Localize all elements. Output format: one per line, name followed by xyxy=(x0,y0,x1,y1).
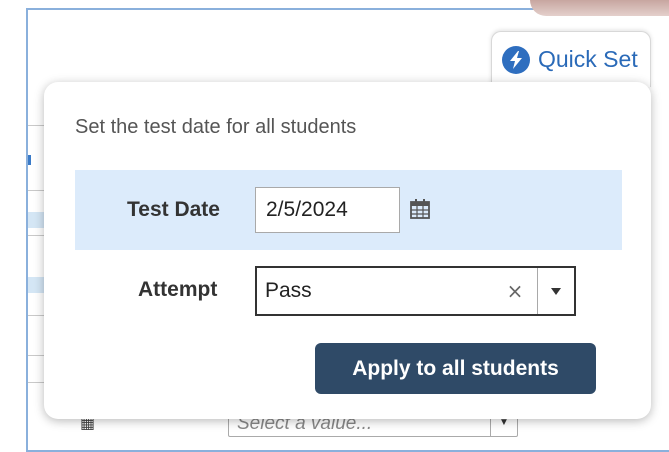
lightning-bolt-icon xyxy=(502,45,530,74)
grid-marker xyxy=(28,155,31,165)
calendar-icon[interactable] xyxy=(409,198,431,220)
background-decoration xyxy=(530,0,669,16)
chevron-down-icon[interactable] xyxy=(537,268,574,314)
attempt-value: Pass xyxy=(265,279,312,302)
attempt-label: Attempt xyxy=(138,278,218,301)
apply-to-all-button[interactable]: Apply to all students xyxy=(315,343,596,394)
test-date-row: Test Date xyxy=(75,170,622,250)
quick-set-popover: Set the test date for all students Test … xyxy=(44,82,651,419)
quick-set-tab[interactable]: Quick Set xyxy=(491,31,651,87)
popover-description: Set the test date for all students xyxy=(75,116,357,138)
clear-icon[interactable]: × xyxy=(505,268,525,314)
test-date-input[interactable] xyxy=(255,187,400,233)
attempt-select[interactable]: Pass × xyxy=(255,266,576,316)
quick-set-label: Quick Set xyxy=(538,46,638,72)
test-date-label: Test Date xyxy=(127,198,220,221)
